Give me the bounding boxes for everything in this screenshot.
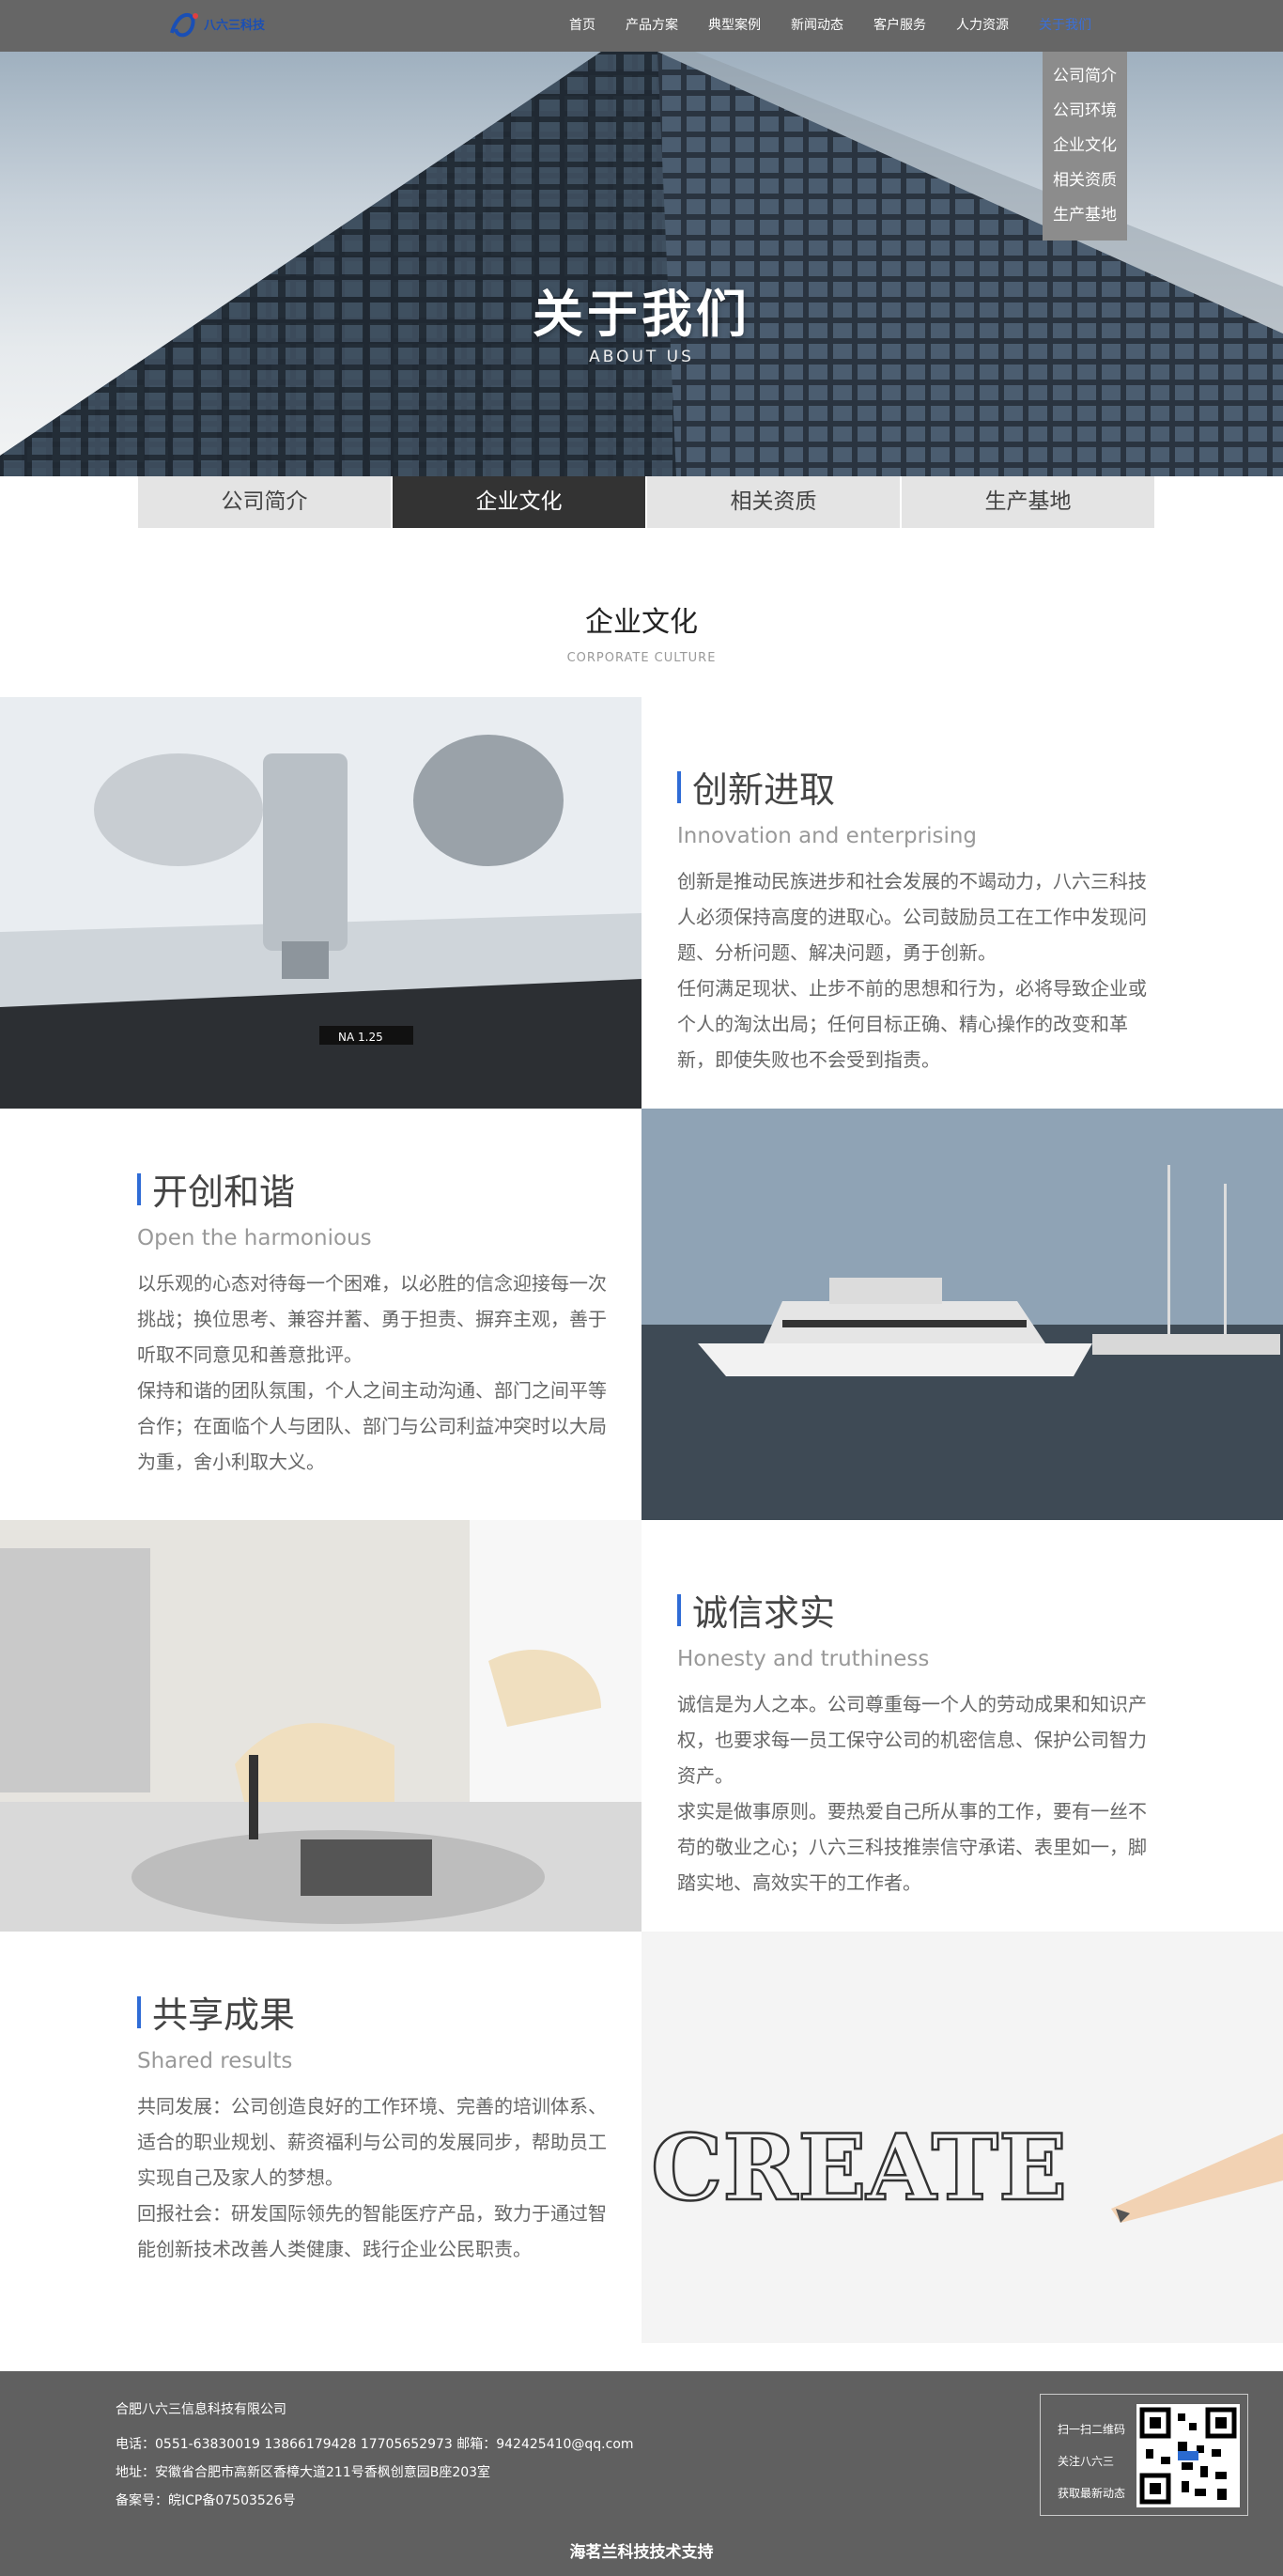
shared-p2: 回报社会：研发国际领先的智能医疗产品，致力于通过智能创新技术改善人类健康、践行企… (137, 2202, 607, 2260)
harmony-para: 以乐观的心态对待每一个困难，以必胜的信念迎接每一次挑战；换位思考、兼容并蓄、勇于… (137, 1265, 623, 1480)
honesty-en: Honesty and truthiness (677, 1647, 930, 1671)
honesty-para: 诚信是为人之本。公司尊重每一个人的劳动成果和知识产权，也要求每一员工保守公司的机… (677, 1686, 1153, 1901)
innovation-title: 创新进取 (692, 769, 836, 811)
hero-subtitle: ABOUT US (589, 348, 694, 366)
create-word: CREATE (651, 2115, 1067, 2221)
main-menu: 首页 产品方案 典型案例 新闻动态 客户服务 人力资源 关于我们 (554, 0, 1106, 52)
objective-label: NA 1.25 (338, 1031, 383, 1044)
logo-text: 八六三科技 (203, 18, 266, 33)
footer-company: 合肥八六三信息科技有限公司 (116, 2402, 286, 2417)
yacht-image (642, 1109, 1283, 1520)
hero-title: 关于我们 (533, 285, 750, 344)
qr-line-3: 获取最新动态 (1058, 2487, 1126, 2500)
accent-bar (677, 770, 681, 803)
create-image: CREATE (642, 1932, 1283, 2343)
culture-row-honesty: 诚信求实 Honesty and truthiness 诚信是为人之本。公司尊重… (0, 1520, 1283, 1932)
footer: 合肥八六三信息科技有限公司 电话：0551-63830019 138661794… (0, 2371, 1283, 2576)
innovation-text: 创新进取 Innovation and enterprising 创新是推动民族… (642, 697, 1283, 1109)
company-logo[interactable]: 八六三科技 (164, 5, 268, 47)
dropdown-base[interactable]: 生产基地 (1043, 198, 1127, 233)
tab-qualification[interactable]: 相关资质 (647, 476, 902, 528)
nav-hr[interactable]: 人力资源 (941, 0, 1024, 52)
honesty-p2: 求实是做事原则。要热爱自己所从事的工作，要有一丝不苟的敬业之心；八六三科技推崇信… (677, 1800, 1147, 1894)
microscope-image: NA 1.25 (0, 697, 642, 1109)
nav-news[interactable]: 新闻动态 (776, 0, 858, 52)
culture-row-shared: 共享成果 Shared results 共同发展：公司创造良好的工作环境、完善的… (0, 1932, 1283, 2343)
qr-line-2: 关注八六三 (1058, 2455, 1115, 2468)
accent-bar (137, 1995, 141, 2028)
nav-about[interactable]: 关于我们 (1024, 0, 1106, 52)
honesty-heading: 诚信求实 (677, 1584, 1153, 1636)
dropdown-qualification[interactable]: 相关资质 (1043, 163, 1127, 198)
shared-en: Shared results (137, 2049, 293, 2073)
accent-bar (137, 1172, 141, 1205)
culture-row-innovation: NA 1.25 创新进取 Innovation and enterprising… (0, 697, 1283, 1109)
harmony-en: Open the harmonious (137, 1226, 372, 1250)
dropdown-culture[interactable]: 企业文化 (1043, 129, 1127, 163)
honesty-text: 诚信求实 Honesty and truthiness 诚信是为人之本。公司尊重… (642, 1520, 1283, 1932)
harmony-p1: 以乐观的心态对待每一个困难，以必胜的信念迎接每一次挑战；换位思考、兼容并蓄、勇于… (137, 1272, 607, 1366)
qr-line-1: 扫一扫二维码 (1058, 2423, 1126, 2436)
shared-title: 共享成果 (152, 1994, 296, 2036)
innovation-heading: 创新进取 (677, 761, 1153, 813)
footer-address: 地址：安徽省合肥市高新区香樟大道211号香枫创意园B座203室 (116, 2465, 491, 2480)
section-header: 企业文化 CORPORATE CULTURE (0, 528, 1283, 697)
innovation-p2: 任何满足现状、止步不前的思想和行为，必将导致企业或个人的淘汰出局；任何目标正确、… (677, 977, 1147, 1071)
shared-para: 共同发展：公司创造良好的工作环境、完善的培训体系、适合的职业规划、薪资福利与公司… (137, 2088, 623, 2267)
harmony-p2: 保持和谐的团队氛围，个人之间主动沟通、部门之间平等合作；在面临个人与团队、部门与… (137, 1379, 607, 1473)
qr-box: 扫一扫二维码 关注八六三 获取最新动态 (1040, 2394, 1248, 2516)
honesty-p1: 诚信是为人之本。公司尊重每一个人的劳动成果和知识产权，也要求每一员工保守公司的机… (677, 1693, 1147, 1787)
innovation-p1: 创新是推动民族进步和社会发展的不竭动力，八六三科技人必须保持高度的进取心。公司鼓… (677, 870, 1147, 964)
nav-cases[interactable]: 典型案例 (693, 0, 776, 52)
nav-products[interactable]: 产品方案 (611, 0, 693, 52)
accent-bar (677, 1593, 681, 1626)
harmony-title: 开创和谐 (152, 1172, 296, 1213)
sub-tabs: 公司简介 企业文化 相关资质 生产基地 (0, 476, 1283, 528)
innovation-en: Innovation and enterprising (677, 824, 978, 848)
harmony-heading: 开创和谐 (137, 1163, 623, 1215)
shared-text: 共享成果 Shared results 共同发展：公司创造良好的工作环境、完善的… (0, 1932, 642, 2343)
qr-code-icon (1136, 2404, 1240, 2507)
honesty-title: 诚信求实 (692, 1592, 836, 1634)
innovation-para: 创新是推动民族进步和社会发展的不竭动力，八六三科技人必须保持高度的进取心。公司鼓… (677, 863, 1153, 1078)
about-dropdown: 公司简介 公司环境 企业文化 相关资质 生产基地 (1043, 52, 1127, 241)
tab-base[interactable]: 生产基地 (902, 476, 1154, 528)
dropdown-environment[interactable]: 公司环境 (1043, 94, 1127, 129)
section-title: 企业文化 (585, 606, 698, 639)
lab-image (0, 1520, 642, 1932)
tab-culture[interactable]: 企业文化 (393, 476, 647, 528)
footer-phone: 电话：0551-63830019 13866179428 17705652973… (116, 2437, 634, 2452)
nav-home[interactable]: 首页 (554, 0, 611, 52)
dropdown-profile[interactable]: 公司简介 (1043, 59, 1127, 94)
footer-icp: 备案号：皖ICP备07503526号 (116, 2493, 296, 2508)
nav-service[interactable]: 客户服务 (858, 0, 941, 52)
culture-row-harmony: 开创和谐 Open the harmonious 以乐观的心态对待每一个困难，以… (0, 1109, 1283, 1520)
tab-profile[interactable]: 公司简介 (138, 476, 393, 528)
shared-p1: 共同发展：公司创造良好的工作环境、完善的培训体系、适合的职业规划、薪资福利与公司… (137, 2095, 607, 2189)
shared-heading: 共享成果 (137, 1986, 623, 2038)
footer-support[interactable]: 海茗兰科技技术支持 (0, 2538, 1283, 2562)
section-subtitle: CORPORATE CULTURE (566, 651, 717, 665)
top-navbar: 八六三科技 首页 产品方案 典型案例 新闻动态 客户服务 人力资源 关于我们 (0, 0, 1283, 52)
harmony-text: 开创和谐 Open the harmonious 以乐观的心态对待每一个困难，以… (0, 1109, 642, 1520)
